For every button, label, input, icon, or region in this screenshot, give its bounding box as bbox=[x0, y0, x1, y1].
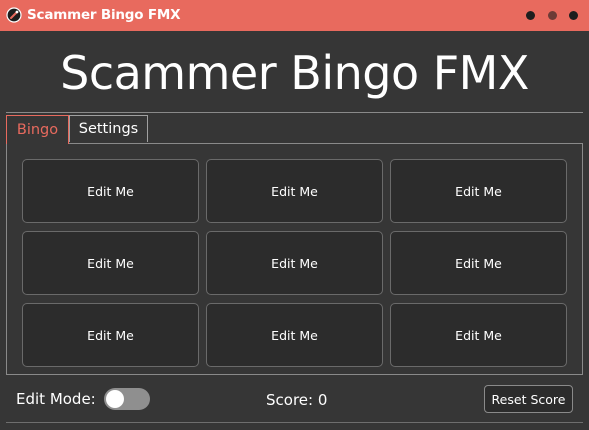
page-title: Scammer Bingo FMX bbox=[60, 46, 529, 100]
tab-settings[interactable]: Settings bbox=[69, 115, 148, 142]
bingo-tile[interactable]: Edit Me bbox=[206, 303, 383, 367]
score-display: Score: 0 bbox=[266, 391, 328, 409]
maximize-button[interactable] bbox=[548, 11, 557, 20]
reset-score-button[interactable]: Reset Score bbox=[484, 385, 573, 413]
tab-bingo[interactable]: Bingo bbox=[6, 115, 69, 144]
toggle-knob bbox=[106, 390, 124, 408]
bingo-tile[interactable]: Edit Me bbox=[390, 159, 567, 223]
bingo-tile[interactable]: Edit Me bbox=[390, 303, 567, 367]
footer-divider bbox=[6, 422, 583, 423]
app-logo-icon bbox=[6, 7, 22, 23]
edit-mode-toggle[interactable] bbox=[104, 388, 150, 410]
bingo-tile[interactable]: Edit Me bbox=[206, 231, 383, 295]
bingo-board: Edit Me Edit Me Edit Me Edit Me Edit Me … bbox=[6, 143, 583, 375]
bingo-tile[interactable]: Edit Me bbox=[206, 159, 383, 223]
title-bar[interactable]: Scammer Bingo FMX bbox=[0, 0, 589, 31]
header-divider bbox=[6, 112, 583, 113]
close-button[interactable] bbox=[569, 11, 578, 20]
bingo-tile[interactable]: Edit Me bbox=[390, 231, 567, 295]
edit-mode-label: Edit Mode: bbox=[16, 390, 96, 408]
minimize-button[interactable] bbox=[526, 11, 535, 20]
window-title: Scammer Bingo FMX bbox=[27, 7, 181, 23]
bingo-tile[interactable]: Edit Me bbox=[22, 303, 199, 367]
bingo-tile[interactable]: Edit Me bbox=[22, 159, 199, 223]
bingo-tile[interactable]: Edit Me bbox=[22, 231, 199, 295]
app-window: Scammer Bingo FMX Scammer Bingo FMX Bing… bbox=[0, 0, 589, 430]
